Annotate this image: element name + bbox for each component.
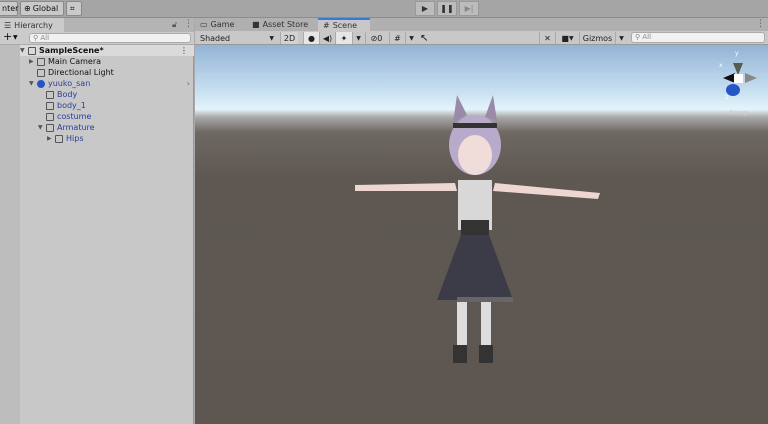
gameobject-icon bbox=[55, 134, 63, 143]
gizmos-button[interactable]: Gizmos bbox=[579, 32, 615, 44]
hierarchy-item[interactable]: Body bbox=[20, 89, 194, 100]
expand-arrow-icon[interactable]: ▼ bbox=[29, 80, 37, 87]
chevron-down-icon: ▼ bbox=[568, 34, 574, 42]
cursor-icon: ↖ bbox=[420, 33, 429, 44]
chevron-down-icon: ▼ bbox=[409, 34, 414, 42]
chevron-down-icon: ▼ bbox=[356, 34, 361, 42]
lightbulb-icon: ● bbox=[308, 33, 315, 43]
speaker-icon: ◀) bbox=[322, 33, 333, 43]
bag-icon: ■ bbox=[252, 20, 260, 29]
gamepad-icon: ▭ bbox=[200, 20, 208, 29]
hierarchy-item-label: costume bbox=[57, 112, 92, 121]
hierarchy-item-label: Main Camera bbox=[48, 57, 102, 66]
hierarchy-item-label: Hips bbox=[66, 134, 84, 143]
camera-icon: ■ bbox=[561, 33, 569, 43]
grid-dropdown[interactable]: ▼ bbox=[405, 32, 417, 44]
hierarchy-search-input[interactable]: ⚲ All bbox=[29, 33, 191, 43]
tools-icon: ✕ bbox=[544, 33, 551, 43]
effects-dropdown[interactable]: ▼ bbox=[352, 32, 364, 44]
hierarchy-item-label: Armature bbox=[57, 123, 95, 132]
tools-button[interactable]: ✕ bbox=[539, 32, 555, 44]
step-icon: ▶| bbox=[464, 4, 474, 13]
gameobject-icon bbox=[46, 101, 54, 110]
more-icon[interactable]: ⋮ bbox=[180, 46, 188, 55]
pivot-center-button[interactable]: nter bbox=[0, 1, 18, 16]
prefab-icon bbox=[37, 79, 45, 88]
hierarchy-search-row: + ▼ ⚲ All bbox=[0, 30, 194, 45]
hierarchy-item[interactable]: costume bbox=[20, 111, 194, 122]
tab-game[interactable]: ▭ Game bbox=[195, 18, 239, 31]
list-icon: ☰ bbox=[4, 20, 12, 30]
hierarchy-item[interactable]: ▶ Main Camera bbox=[20, 56, 194, 67]
camera-dropdown[interactable]: ■ ▼ bbox=[555, 32, 579, 44]
2d-toggle[interactable]: 2D bbox=[280, 32, 298, 44]
scene-toolbar: Shaded ▼ 2D ● ◀) ✦ ▼ ⊘ 0 # ▼ ↖ ✕ ■ ▼ Gizmos… bbox=[195, 31, 768, 45]
gameobject-icon bbox=[37, 57, 45, 66]
grid-snap-icon: ⌗ bbox=[70, 3, 75, 13]
hierarchy-item-label: Body bbox=[57, 90, 78, 99]
persp-toggle[interactable]: < Persp bbox=[721, 109, 748, 117]
hierarchy-item[interactable]: ▼ SampleScene* ⋮ bbox=[20, 45, 194, 56]
gameobject-icon bbox=[37, 68, 45, 77]
play-icon: ▶ bbox=[421, 4, 429, 13]
step-button[interactable]: ▶| bbox=[459, 1, 479, 16]
lighting-toggle[interactable]: ● bbox=[303, 32, 319, 44]
add-button[interactable]: + bbox=[3, 30, 12, 43]
gizmos-dropdown[interactable]: ▼ bbox=[615, 32, 627, 44]
gameobject-icon bbox=[46, 123, 54, 132]
scene-viewport[interactable]: y x z < Persp bbox=[195, 45, 768, 424]
expand-arrow-icon[interactable]: ▼ bbox=[20, 47, 28, 54]
gameobject-icon bbox=[46, 112, 54, 121]
global-button[interactable]: ⊕ Global bbox=[20, 1, 64, 16]
expand-arrow-icon[interactable]: ▼ bbox=[38, 124, 46, 131]
audio-toggle[interactable]: ◀) bbox=[319, 32, 335, 44]
hierarchy-item-label: SampleScene* bbox=[39, 46, 104, 55]
grid-snap-button[interactable]: ⌗ bbox=[66, 1, 82, 16]
play-button[interactable]: ▶ bbox=[415, 1, 435, 16]
chevron-down-icon: ▼ bbox=[619, 34, 624, 42]
character-model bbox=[355, 95, 600, 363]
hierarchy-gutter bbox=[0, 45, 20, 424]
grid-icon: # bbox=[394, 33, 401, 43]
grid-toggle[interactable]: # bbox=[389, 32, 405, 44]
scene-search-input[interactable]: ⚲ All bbox=[631, 32, 765, 43]
more-icon[interactable]: ⋮ bbox=[184, 19, 193, 29]
more-icon[interactable]: ⋮ bbox=[756, 19, 765, 29]
gameobject-icon bbox=[46, 90, 54, 99]
hierarchy-item[interactable]: body_1 bbox=[20, 100, 194, 111]
hierarchy-item[interactable]: Directional Light bbox=[20, 67, 194, 78]
hierarchy-item-label: Directional Light bbox=[48, 68, 114, 77]
lock-icon[interactable]: 🔓︎ bbox=[172, 20, 177, 30]
collapse-arrow-icon[interactable]: ▶ bbox=[47, 135, 55, 142]
hierarchy-item-label: yuuko_san bbox=[48, 79, 91, 88]
effects-toggle[interactable]: ✦ bbox=[335, 32, 352, 44]
hierarchy-item[interactable]: ▼ Armature bbox=[20, 122, 194, 133]
pause-button[interactable]: ❚❚ bbox=[437, 1, 457, 16]
orientation-gizmo bbox=[723, 63, 757, 96]
hierarchy-item-label: body_1 bbox=[57, 101, 86, 110]
axis-x-label[interactable]: x bbox=[719, 62, 723, 69]
eye-slash-icon: ⊘ bbox=[370, 33, 378, 43]
hierarchy-panel: ☰ Hierarchy 🔓︎ ⋮ + ▼ ⚲ All ▼ SampleScene* ⋮… bbox=[0, 18, 194, 424]
axis-z-label[interactable]: z bbox=[725, 94, 728, 101]
tab-asset-store[interactable]: ■ Asset Store bbox=[247, 18, 313, 31]
scene-tabbar: ▭ Game ■ Asset Store # Scene ⋮ bbox=[195, 18, 768, 31]
hierarchy-item[interactable]: ▼ yuuko_san › bbox=[20, 78, 194, 89]
shading-dropdown[interactable]: Shaded ▼ bbox=[197, 32, 277, 44]
main-toolbar: nter ⊕ Global ⌗ ▶ ❚❚ ▶| bbox=[0, 0, 768, 18]
chevron-down-icon[interactable]: ▼ bbox=[13, 34, 18, 41]
chevron-down-icon: ▼ bbox=[269, 34, 274, 42]
axis-y-label[interactable]: y bbox=[735, 50, 739, 57]
tab-scene[interactable]: # Scene bbox=[318, 18, 370, 31]
hidden-objects-toggle[interactable]: ⊘ 0 bbox=[365, 32, 387, 44]
effects-icon: ✦ bbox=[340, 33, 348, 43]
hierarchy-item[interactable]: ▶ Hips bbox=[20, 133, 194, 144]
chevron-right-icon[interactable]: › bbox=[187, 79, 190, 88]
scene-icon bbox=[28, 46, 36, 55]
grid-icon: # bbox=[323, 21, 330, 30]
scene-render bbox=[355, 63, 757, 363]
pause-icon: ❚❚ bbox=[440, 4, 454, 13]
globe-icon: ⊕ bbox=[24, 4, 31, 13]
collapse-arrow-icon[interactable]: ▶ bbox=[29, 58, 37, 65]
